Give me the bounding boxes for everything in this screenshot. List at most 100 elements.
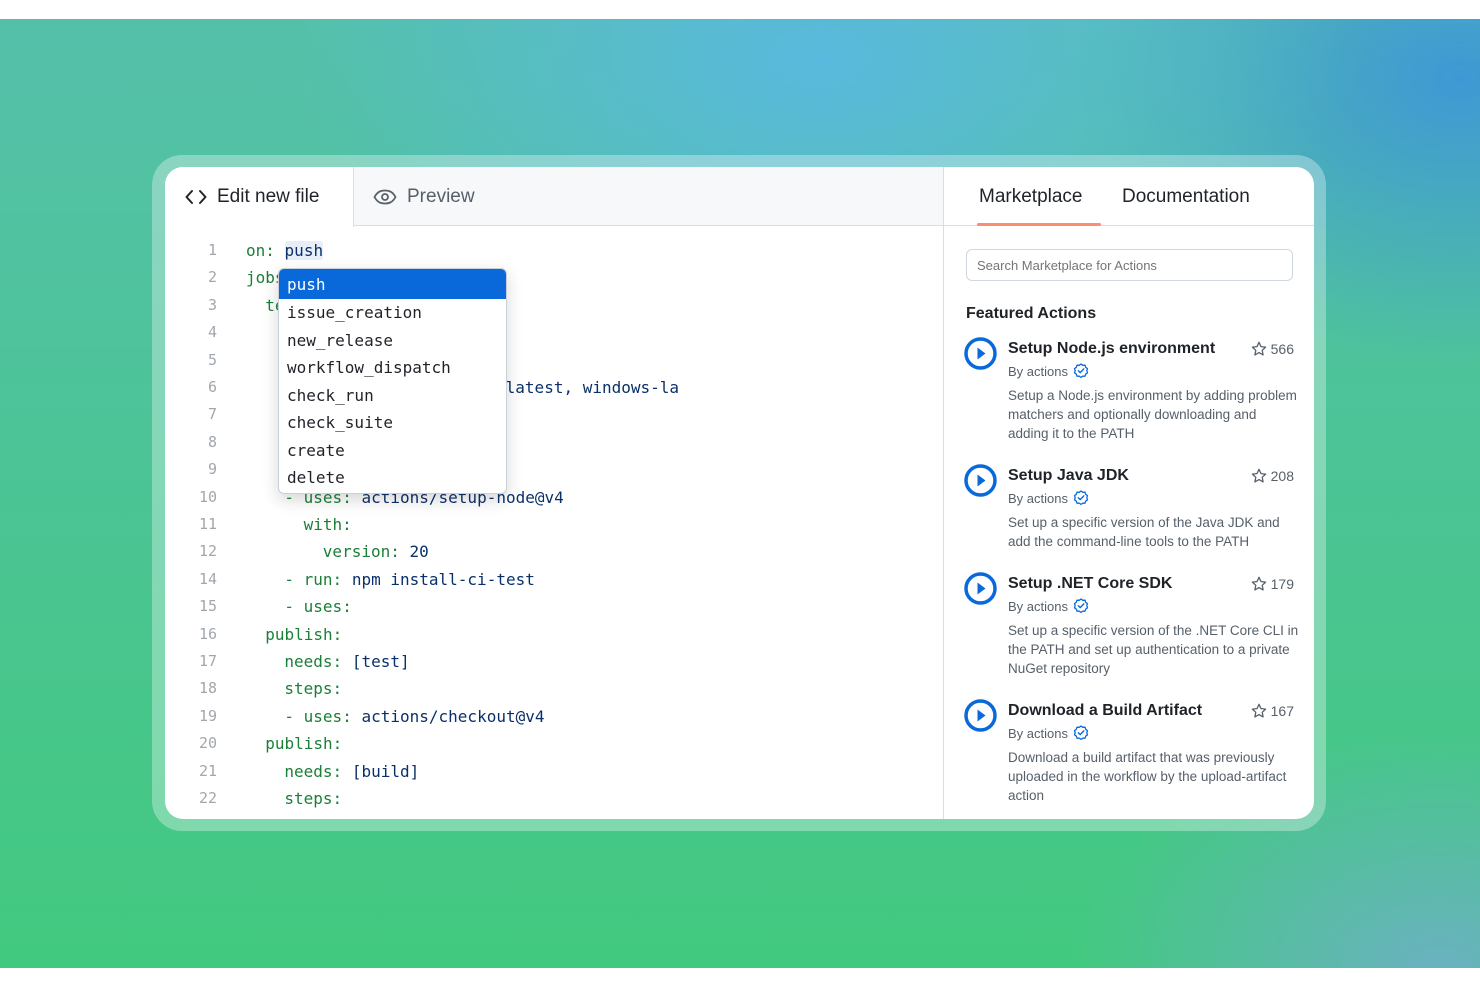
yaml-key: version: [322,542,400,562]
line-number: 20 [198,734,217,753]
autocomplete-option[interactable]: delete [279,464,506,492]
action-stars[interactable]: 167 [1251,703,1294,719]
action-stars[interactable]: 208 [1251,468,1294,484]
star-icon [1251,341,1266,356]
yaml-key: needs: [284,652,343,671]
yaml-value: [test] [351,652,410,671]
code-line: 18 steps: [165,677,943,701]
code-text: - uses: [284,597,351,616]
code-text: needs: [build] [284,762,419,781]
code-icon [185,189,207,205]
yaml-value: [build] [351,761,420,781]
tab-marketplace[interactable]: Marketplace [979,186,1083,208]
action-description: Set up a specific version of the .NET Co… [1008,623,1299,676]
tab-label: Edit new file [217,186,320,207]
app-window: Edit new file Preview 1on: push2jobs:3te… [165,167,1314,819]
yaml-value: 20 [409,542,429,562]
author-label: By actions [1008,490,1068,506]
action-title[interactable]: Setup Node.js environment [1008,340,1215,358]
action-title[interactable]: Setup .NET Core SDK [1008,575,1172,593]
yaml-value: actions/checkout@v4 [361,706,545,726]
yaml-key: steps: [284,679,343,699]
play-icon [964,337,997,370]
yaml-value: npm install-ci-test [351,569,535,589]
line-number: 16 [198,624,217,643]
play-icon [964,464,997,497]
line-number: 4 [207,323,217,342]
tab-label: Preview [407,185,475,207]
code-text: - run: npm install-ci-test [284,570,534,589]
star-icon [1251,576,1266,591]
code-text: version: 20 [323,542,429,561]
line-number: 18 [198,679,217,698]
star-count: 208 [1270,468,1294,484]
line-number: 3 [207,295,217,314]
action-description: Setup a Node.js environment by adding pr… [1008,388,1297,441]
autocomplete-option[interactable]: push [279,269,506,299]
featured-actions-heading: Featured Actions [966,305,1097,322]
star-count: 179 [1270,576,1294,592]
line-number: 19 [198,706,217,725]
autocomplete-option[interactable]: create [279,437,506,465]
star-icon [1251,468,1266,483]
line-number: 12 [198,542,217,561]
code-text: steps: [284,679,342,698]
action-author: By actions [1008,725,1089,741]
action-description: Set up a specific version of the Java JD… [1008,515,1280,549]
line-number: 22 [198,789,217,807]
tab-documentation[interactable]: Documentation [1122,186,1250,208]
line-number: 9 [207,460,217,479]
code-text: on: push [246,241,324,260]
line-number: 11 [198,515,217,533]
marketplace-search-input[interactable] [966,249,1293,281]
autocomplete-option[interactable]: check_suite [279,409,506,437]
author-label: By actions [1008,363,1068,379]
line-number: 7 [207,405,217,424]
editor-tab-bar: Edit new file Preview [165,167,943,227]
code-line: 21 needs: [build] [165,760,943,784]
action-stars[interactable]: 566 [1251,341,1294,357]
action-stars[interactable]: 179 [1251,576,1294,592]
star-icon [1251,703,1266,718]
line-number: 17 [198,652,217,670]
code-line: 22 steps: [165,787,943,811]
line-number: 10 [198,487,217,506]
line-number: 6 [207,378,217,396]
yaml-key: publish: [265,624,343,644]
yaml-key: with: [303,515,352,534]
yaml-key: steps: [284,789,343,808]
code-text: - uses: actions/checkout@v4 [284,707,544,726]
code-text: needs: [test] [284,652,409,671]
marketplace-sidebar: Marketplace Documentation Featured Actio… [943,167,1314,819]
code-line: 19 - uses: actions/checkout@v4 [165,705,943,729]
code-text: with: [304,515,352,534]
star-count: 167 [1270,703,1294,719]
autocomplete-option[interactable]: issue_creation [279,299,506,327]
code-line: 11 with: [165,513,943,537]
autocomplete-option[interactable]: check_run [279,382,506,410]
tab-edit-new-file[interactable]: Edit new file [165,167,354,227]
code-line: 1 on: push [165,239,943,263]
editor-pane: Edit new file Preview 1on: push2jobs:3te… [165,167,943,819]
code-line: 16 publish: [165,623,943,647]
line-number: 2 [207,268,217,287]
yaml-value: push [284,241,324,260]
autocomplete-option[interactable]: workflow_dispatch [279,354,506,382]
tab-preview[interactable]: Preview [373,167,475,226]
author-label: By actions [1008,725,1068,741]
code-line: 20 publish: [165,732,943,756]
action-title[interactable]: Setup Java JDK [1008,467,1129,485]
autocomplete-option[interactable]: new_release [279,327,506,355]
line-number: 15 [198,597,217,616]
play-icon [964,699,997,732]
yaml-key: - uses: [284,597,352,617]
line-number: 21 [198,761,217,780]
code-line: 12 version: 20 [165,540,943,564]
line-number: 14 [198,569,217,588]
verified-icon [1073,363,1089,379]
code-line: 14 - run: npm install-ci-test [165,568,943,592]
active-tab-indicator [977,223,1101,226]
yaml-key: - run: [284,569,343,589]
line-number: 5 [207,350,217,369]
action-title[interactable]: Download a Build Artifact [1008,702,1202,720]
